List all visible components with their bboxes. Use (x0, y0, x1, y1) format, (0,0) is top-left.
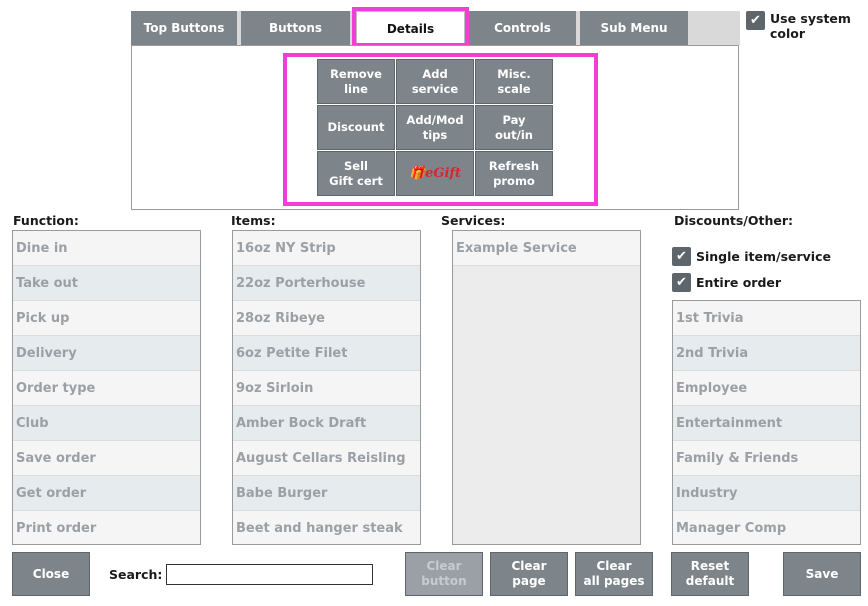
checkmark-icon: ✔ (672, 273, 691, 292)
list-item[interactable]: 16oz NY Strip (233, 231, 420, 266)
items-heading: Items: (231, 213, 276, 228)
list-item[interactable]: Manager Comp (673, 511, 860, 544)
gift-logo-icon: 🎁eGift (408, 166, 462, 181)
list-item[interactable]: Example Service (453, 231, 640, 266)
clear-button-button[interactable]: Clear button (405, 552, 483, 596)
tab-top-buttons[interactable]: Top Buttons (131, 11, 237, 45)
list-item[interactable]: Club (13, 406, 200, 441)
list-item[interactable]: Dine in (13, 231, 200, 266)
list-item[interactable]: Industry (673, 476, 860, 511)
tab-controls[interactable]: Controls (469, 11, 576, 45)
tab-sub-menu[interactable]: Sub Menu (580, 11, 688, 45)
list-item[interactable]: Pick up (13, 301, 200, 336)
list-item[interactable]: Family & Friends (673, 441, 860, 476)
clear-all-pages-button[interactable]: Clear all pages (575, 552, 653, 596)
list-item[interactable]: Entertainment (673, 406, 860, 441)
remove-line-button[interactable]: Remove line (317, 59, 395, 104)
list-item[interactable]: 1st Trivia (673, 301, 860, 336)
clear-page-button[interactable]: Clear page (490, 552, 568, 596)
tab-buttons[interactable]: Buttons (241, 11, 350, 45)
list-item[interactable]: 28oz Ribeye (233, 301, 420, 336)
tab-details[interactable]: Details (356, 11, 465, 45)
single-item-checkbox[interactable]: ✔ Single item/service (672, 247, 831, 266)
single-item-label: Single item/service (696, 249, 831, 264)
refresh-promo-button[interactable]: Refresh promo (475, 151, 553, 196)
save-button[interactable]: Save (783, 552, 861, 596)
pay-out-in-button[interactable]: Pay out/in (475, 105, 553, 150)
sell-gift-cert-button[interactable]: Sell Gift cert (317, 151, 395, 196)
items-list[interactable]: 16oz NY Strip 22oz Porterhouse 28oz Ribe… (232, 230, 421, 545)
services-list[interactable]: Example Service (452, 230, 641, 545)
use-system-color-label: Use system color (770, 11, 851, 41)
function-heading: Function: (13, 213, 79, 228)
entire-order-checkbox[interactable]: ✔ Entire order (672, 273, 781, 292)
use-system-color-checkbox[interactable]: ✔ Use system color (746, 11, 860, 41)
list-item[interactable]: Amber Bock Draft (233, 406, 420, 441)
entire-order-label: Entire order (696, 275, 782, 290)
search-input[interactable] (166, 564, 373, 585)
checkmark-icon: ✔ (672, 247, 691, 266)
list-item[interactable]: Beet and hanger steak (233, 511, 420, 544)
add-mod-tips-button[interactable]: Add/Mod tips (396, 105, 474, 150)
close-button[interactable]: Close (12, 552, 90, 596)
list-item[interactable]: Take out (13, 266, 200, 301)
list-item[interactable]: Order type (13, 371, 200, 406)
list-item[interactable]: Employee (673, 371, 860, 406)
misc-scale-button[interactable]: Misc. scale (475, 59, 553, 104)
list-item[interactable]: 22oz Porterhouse (233, 266, 420, 301)
function-list[interactable]: Dine in Take out Pick up Delivery Order … (12, 230, 201, 545)
checkmark-icon: ✔ (746, 11, 765, 30)
list-item[interactable]: 2nd Trivia (673, 336, 860, 371)
list-item[interactable]: 9oz Sirloin (233, 371, 420, 406)
list-item[interactable]: Save order (13, 441, 200, 476)
list-item[interactable]: Delivery (13, 336, 200, 371)
list-item[interactable]: Babe Burger (233, 476, 420, 511)
list-item[interactable]: August Cellars Reisling (233, 441, 420, 476)
search-label: Search: (109, 567, 163, 582)
egift-button[interactable]: 🎁eGift (396, 151, 474, 196)
reset-default-button[interactable]: Reset default (671, 552, 749, 596)
discount-button[interactable]: Discount (317, 105, 395, 150)
discounts-list[interactable]: 1st Trivia 2nd Trivia Employee Entertain… (672, 300, 861, 545)
services-heading: Services: (441, 213, 506, 228)
list-item[interactable]: Print order (13, 511, 200, 544)
discounts-heading: Discounts/Other: (674, 213, 794, 228)
list-item[interactable]: Get order (13, 476, 200, 511)
list-item[interactable]: 6oz Petite Filet (233, 336, 420, 371)
add-service-button[interactable]: Add service (396, 59, 474, 104)
